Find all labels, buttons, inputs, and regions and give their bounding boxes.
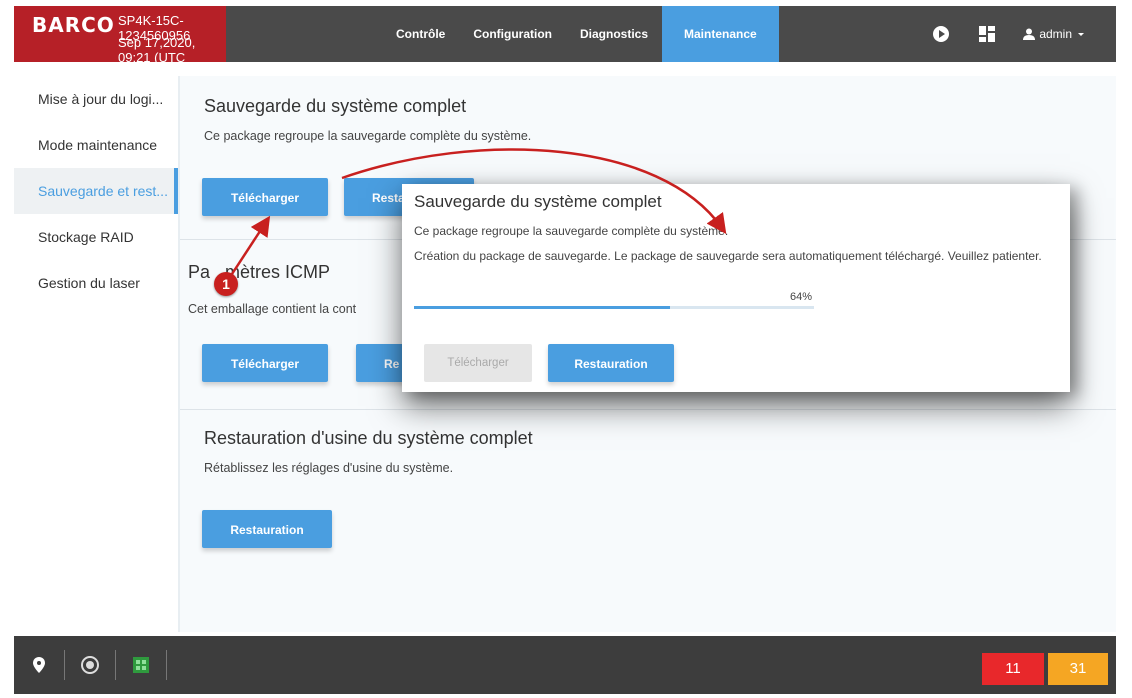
- warning-count-badge[interactable]: 31: [1048, 653, 1108, 685]
- dialog-status-message: Création du package de sauvegarde. Le pa…: [414, 249, 1042, 263]
- status-footer: 11 31: [14, 636, 1116, 694]
- dialog-desc: Ce package regroupe la sauvegarde complè…: [414, 224, 729, 238]
- icmp-download-button[interactable]: Télécharger: [202, 344, 328, 382]
- user-name: admin: [1039, 27, 1072, 41]
- progress-percent: 64%: [790, 291, 813, 303]
- factory-section-desc: Rétablissez les réglages d'usine du syst…: [204, 461, 454, 475]
- sidebar-item-backup-restore[interactable]: Sauvegarde et rest...: [14, 168, 178, 214]
- sidebar-item-laser-management[interactable]: Gestion du laser: [14, 260, 178, 306]
- user-menu[interactable]: admin: [1023, 27, 1086, 41]
- dialog-title: Sauvegarde du système complet: [414, 192, 662, 211]
- grid-icon[interactable]: [977, 24, 997, 44]
- main-nav: Contrôle Configuration Diagnostics Maint…: [382, 6, 779, 62]
- sidebar-item-software-update[interactable]: Mise à jour du logi...: [14, 76, 178, 122]
- backup-progress-dialog: Sauvegarde du système complet Ce package…: [402, 184, 1070, 392]
- tab-maintenance[interactable]: Maintenance: [662, 6, 779, 62]
- section-divider: [180, 409, 1116, 410]
- progress-bar: [414, 306, 814, 309]
- footer-separator: [115, 650, 116, 680]
- tab-configuration[interactable]: Configuration: [459, 6, 566, 62]
- error-count-badge[interactable]: 11: [982, 653, 1044, 685]
- target-icon[interactable]: [77, 650, 103, 680]
- chevron-down-icon: [1078, 33, 1084, 36]
- device-time: Sep 17,2020, 09:21 (UTC +02:00): [118, 35, 196, 80]
- header-icons: admin: [931, 6, 1086, 62]
- tab-controle[interactable]: Contrôle: [382, 6, 459, 62]
- top-header: BARCO SP4K-15C-1234560956 Sep 17,2020, 0…: [14, 6, 1116, 80]
- progress-fill: [414, 306, 670, 309]
- footer-separator: [166, 650, 167, 680]
- status-grid-icon[interactable]: [128, 650, 154, 680]
- brand-area: BARCO SP4K-15C-1234560956 Sep 17,2020, 0…: [14, 6, 226, 80]
- user-icon: [1023, 28, 1036, 40]
- sidebar-item-raid-storage[interactable]: Stockage RAID: [14, 214, 178, 260]
- factory-section-title: Restauration d'usine du système complet: [204, 428, 533, 448]
- barco-logo: BARCO: [32, 13, 115, 37]
- location-pin-icon[interactable]: [26, 650, 52, 680]
- dialog-download-button: Télécharger: [424, 344, 532, 382]
- sidebar: Mise à jour du logi... Mode maintenance …: [14, 76, 180, 632]
- play-icon[interactable]: [931, 24, 951, 44]
- backup-section-desc: Ce package regroupe la sauvegarde complè…: [204, 129, 532, 143]
- sidebar-item-maintenance-mode[interactable]: Mode maintenance: [14, 122, 178, 168]
- backup-download-button[interactable]: Télécharger: [202, 178, 328, 216]
- tab-diagnostics[interactable]: Diagnostics: [566, 6, 662, 62]
- icmp-section-desc: Cet emballage contient la cont: [188, 302, 357, 316]
- dialog-restore-button[interactable]: Restauration: [548, 344, 674, 382]
- footer-icons: [26, 636, 179, 694]
- factory-restore-button[interactable]: Restauration: [202, 510, 332, 548]
- backup-section-title: Sauvegarde du système complet: [204, 96, 467, 116]
- annotation-step-badge: 1: [214, 272, 238, 296]
- footer-separator: [64, 650, 65, 680]
- icmp-section-title: Pa mètres ICMP: [188, 262, 331, 282]
